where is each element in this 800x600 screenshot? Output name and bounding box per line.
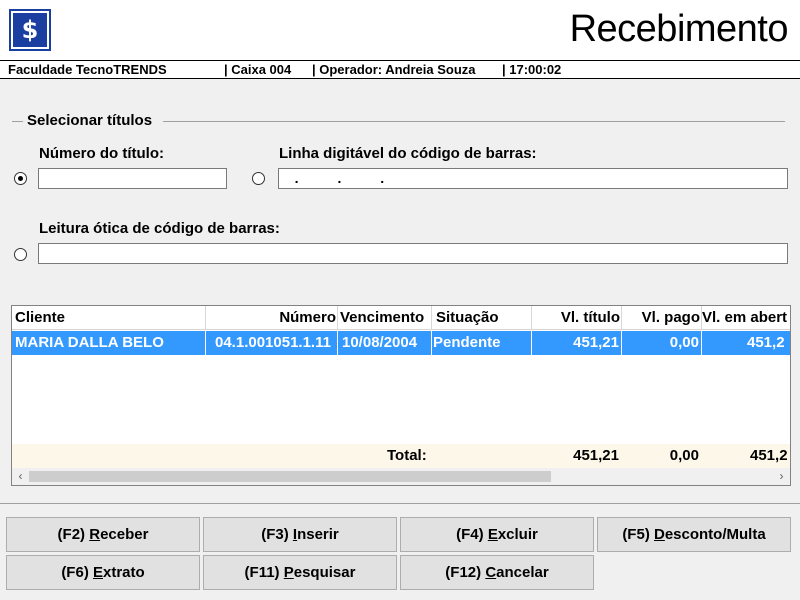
col-vl-aberto[interactable]: Vl. em abert: [702, 309, 787, 326]
titles-table[interactable]: Cliente Número Vencimento Situação Vl. t…: [11, 305, 791, 486]
cell-vl-titulo: 451,21: [573, 334, 619, 351]
total-row: Total: 451,21 0,00 451,2: [12, 444, 790, 468]
cell-numero: 04.1.001051.1.11: [215, 334, 331, 351]
cell-divider: [337, 331, 338, 355]
radio-leitura-otica[interactable]: [14, 248, 27, 261]
caixa-info: | Caixa 004: [224, 62, 292, 77]
cell-divider: [431, 331, 432, 355]
cancelar-button[interactable]: (F12) Cancelar: [400, 555, 594, 590]
inserir-button[interactable]: (F3) Inserir: [203, 517, 397, 552]
receber-button[interactable]: (F2) Receber: [6, 517, 200, 552]
col-numero[interactable]: Número: [279, 309, 336, 326]
radio-linha-digitavel[interactable]: [252, 172, 265, 185]
app-logo: $: [9, 9, 51, 51]
cell-divider: [701, 331, 702, 355]
cell-vl-aberto: 451,2: [747, 334, 785, 351]
linha-digitavel-input[interactable]: . . .: [278, 168, 788, 189]
col-vl-pago[interactable]: Vl. pago: [642, 309, 700, 326]
column-divider[interactable]: [431, 306, 432, 330]
cell-cliente: MARIA DALLA BELO: [15, 334, 164, 351]
group-border: [12, 121, 23, 122]
numero-input[interactable]: [38, 168, 227, 189]
total-vl-pago: 0,00: [669, 447, 699, 464]
cell-divider: [621, 331, 622, 355]
operator-info: | Operador: Andreia Souza: [312, 62, 476, 77]
col-situacao[interactable]: Situação: [436, 309, 499, 326]
extrato-button[interactable]: (F6) Extrato: [6, 555, 200, 590]
desconto-multa-button[interactable]: (F5) Desconto/Multa: [597, 517, 791, 552]
radio-numero[interactable]: [14, 172, 27, 185]
excluir-button[interactable]: (F4) Excluir: [400, 517, 594, 552]
leitura-otica-label: Leitura ótica de código de barras:: [39, 220, 280, 237]
cell-divider: [531, 331, 532, 355]
horizontal-scrollbar[interactable]: ‹ ›: [12, 468, 790, 485]
numero-label: Número do título:: [39, 145, 164, 162]
col-vl-titulo[interactable]: Vl. título: [561, 309, 620, 326]
column-divider[interactable]: [621, 306, 622, 330]
scroll-thumb[interactable]: [29, 471, 551, 482]
clock: | 17:00:02: [502, 62, 562, 77]
page-title: Recebimento: [569, 8, 789, 50]
group-border: [163, 121, 785, 122]
column-divider[interactable]: [205, 306, 206, 330]
cell-situacao: Pendente: [433, 334, 501, 351]
leitura-otica-input[interactable]: [38, 243, 788, 264]
scroll-left-icon[interactable]: ‹: [12, 468, 29, 485]
dollar-icon: $: [13, 13, 47, 47]
total-label: Total:: [387, 447, 427, 464]
col-cliente[interactable]: Cliente: [15, 309, 65, 326]
pesquisar-button[interactable]: (F11) Pesquisar: [203, 555, 397, 590]
column-divider[interactable]: [337, 306, 338, 330]
main-panel: Selecionar títulos Número do título: Lin…: [0, 79, 800, 600]
cell-divider: [205, 331, 206, 355]
linha-digitavel-label: Linha digitável do código de barras:: [279, 145, 537, 162]
status-bar: Faculdade TecnoTRENDS | Caixa 004 | Oper…: [0, 60, 800, 79]
table-row[interactable]: MARIA DALLA BELO 04.1.001051.1.11 10/08/…: [12, 331, 790, 355]
group-title: Selecionar títulos: [27, 112, 153, 129]
total-vl-aberto: 451,2: [750, 447, 788, 464]
col-vencimento[interactable]: Vencimento: [340, 309, 424, 326]
institution-name: Faculdade TecnoTRENDS: [8, 62, 167, 77]
total-vl-titulo: 451,21: [573, 447, 619, 464]
cell-vencimento: 10/08/2004: [342, 334, 418, 351]
column-divider[interactable]: [531, 306, 532, 330]
table-header: Cliente Número Vencimento Situação Vl. t…: [12, 306, 790, 330]
scroll-right-icon[interactable]: ›: [773, 468, 790, 485]
cell-vl-pago: 0,00: [669, 334, 699, 351]
divider: [0, 503, 800, 504]
